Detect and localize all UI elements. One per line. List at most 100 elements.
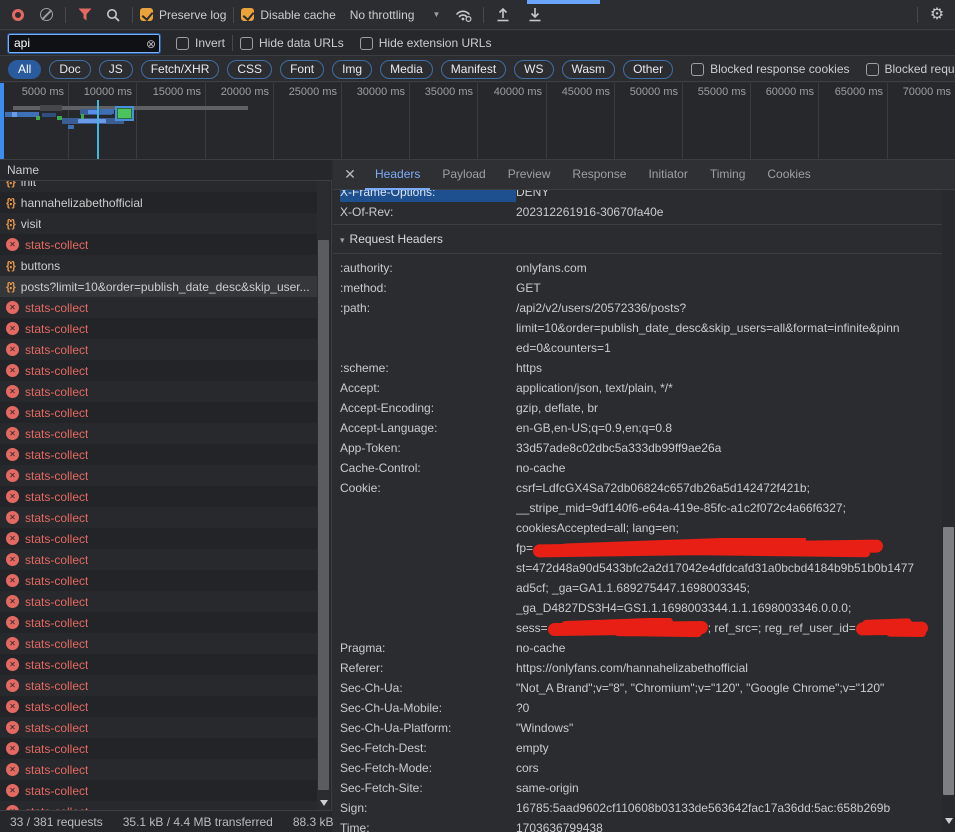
header-value-text: 33d57ade8c02dbc5a333db99ff9ae26a bbox=[516, 441, 721, 455]
request-list-panel: Name {∶}init{∶}hannahelizabethofficial{∶… bbox=[0, 160, 332, 832]
type-filter-manifest[interactable]: Manifest bbox=[441, 60, 506, 79]
request-row[interactable]: ✕stats-collect bbox=[0, 633, 319, 654]
type-filter-doc[interactable]: Doc bbox=[49, 60, 90, 79]
type-filter-all[interactable]: All bbox=[8, 60, 41, 79]
tab-initiator[interactable]: Initiator bbox=[638, 160, 697, 190]
timeline-tick-label: 40000 ms bbox=[494, 86, 546, 98]
scrollbar-thumb[interactable] bbox=[943, 527, 954, 795]
request-row[interactable]: ✕stats-collect bbox=[0, 570, 319, 591]
timeline-gridline bbox=[341, 83, 342, 159]
filter-input[interactable]: api ⊗ bbox=[8, 34, 160, 53]
type-filter-js[interactable]: JS bbox=[99, 60, 133, 79]
funnel-icon bbox=[78, 8, 92, 21]
request-row[interactable]: ✕stats-collect bbox=[0, 801, 319, 810]
request-row[interactable]: ✕stats-collect bbox=[0, 297, 319, 318]
name-column-header[interactable]: Name bbox=[0, 160, 332, 181]
request-row[interactable]: ✕stats-collect bbox=[0, 444, 319, 465]
type-filter-wasm[interactable]: Wasm bbox=[562, 60, 616, 79]
network-toolbar: Preserve log Disable cache No throttling… bbox=[0, 0, 955, 30]
tab-preview[interactable]: Preview bbox=[498, 160, 561, 190]
request-row[interactable]: {∶}init bbox=[0, 181, 319, 192]
clear-filter-icon[interactable]: ⊗ bbox=[146, 37, 156, 51]
divider bbox=[233, 7, 234, 23]
request-row[interactable]: {∶}buttons bbox=[0, 255, 319, 276]
request-row[interactable]: ✕stats-collect bbox=[0, 381, 319, 402]
import-har-button[interactable] bbox=[491, 3, 515, 27]
export-har-button[interactable] bbox=[523, 3, 547, 27]
type-filter-img[interactable]: Img bbox=[332, 60, 372, 79]
request-row[interactable]: ✕stats-collect bbox=[0, 591, 319, 612]
request-row[interactable]: ✕stats-collect bbox=[0, 402, 319, 423]
throttling-dropdown[interactable]: No throttling ▼ bbox=[350, 8, 441, 22]
request-name: stats-collect bbox=[25, 679, 88, 693]
divider bbox=[917, 7, 918, 23]
request-row[interactable]: ✕stats-collect bbox=[0, 549, 319, 570]
settings-button[interactable]: ⚙ bbox=[925, 3, 949, 27]
filter-toggle-button[interactable] bbox=[73, 3, 97, 27]
request-row[interactable]: ✕stats-collect bbox=[0, 423, 319, 444]
record-button[interactable] bbox=[6, 3, 30, 27]
type-filter-font[interactable]: Font bbox=[280, 60, 324, 79]
blocked-response-cookies-checkbox[interactable]: Blocked response cookies bbox=[691, 62, 849, 76]
type-filter-other[interactable]: Other bbox=[623, 60, 673, 79]
tab-response[interactable]: Response bbox=[562, 160, 636, 190]
tab-cookies[interactable]: Cookies bbox=[757, 160, 820, 190]
scrollbar-thumb[interactable] bbox=[318, 240, 329, 790]
search-button[interactable] bbox=[101, 3, 125, 27]
timeline-gridline bbox=[477, 83, 478, 159]
request-row[interactable]: ✕stats-collect bbox=[0, 717, 319, 738]
request-row[interactable]: ✕stats-collect bbox=[0, 318, 319, 339]
header-value: 1703636799438 bbox=[516, 818, 943, 832]
request-name: stats-collect bbox=[25, 574, 88, 588]
tab-payload[interactable]: Payload bbox=[432, 160, 495, 190]
request-row[interactable]: ✕stats-collect bbox=[0, 507, 319, 528]
request-row[interactable]: ✕stats-collect bbox=[0, 654, 319, 675]
request-name: stats-collect bbox=[25, 616, 88, 630]
request-name: stats-collect bbox=[25, 763, 88, 777]
tab-timing[interactable]: Timing bbox=[700, 160, 756, 190]
request-row[interactable]: ✕ stats-collect bbox=[0, 759, 319, 780]
timeline-gridline bbox=[546, 83, 547, 159]
request-headers-section-header[interactable]: ▾Request Headers bbox=[333, 224, 943, 254]
hide-extension-urls-checkbox[interactable]: Hide extension URLs bbox=[360, 36, 492, 50]
request-row[interactable]: {∶}hannahelizabethofficial bbox=[0, 192, 319, 213]
request-row[interactable]: ✕stats-collect bbox=[0, 528, 319, 549]
timeline-tick-label: 20000 ms bbox=[221, 86, 273, 98]
type-filter-ws[interactable]: WS bbox=[514, 60, 553, 79]
disable-cache-checkbox[interactable]: Disable cache bbox=[241, 8, 335, 22]
header-name: Sec-Ch-Ua-Platform: bbox=[340, 718, 516, 738]
error-icon: ✕ bbox=[6, 763, 19, 776]
details-scrollbar[interactable] bbox=[942, 160, 955, 832]
invert-checkbox[interactable]: Invert bbox=[176, 36, 225, 50]
tab-headers[interactable]: Headers bbox=[365, 160, 430, 190]
clear-button[interactable] bbox=[34, 3, 58, 27]
request-row[interactable]: ✕stats-collect bbox=[0, 696, 319, 717]
network-conditions-button[interactable] bbox=[452, 3, 476, 27]
scroll-down-arrow-icon[interactable] bbox=[945, 818, 953, 824]
request-row[interactable]: ✕stats-collect bbox=[0, 465, 319, 486]
request-row[interactable]: ✕stats-collect bbox=[0, 234, 319, 255]
request-name: stats-collect bbox=[25, 784, 88, 798]
request-row[interactable]: ✕stats-collect bbox=[0, 780, 319, 801]
preserve-log-checkbox[interactable]: Preserve log bbox=[140, 8, 226, 22]
type-filter-css[interactable]: CSS bbox=[227, 60, 272, 79]
blocked-requests-checkbox[interactable]: Blocked requests bbox=[866, 62, 955, 76]
request-row[interactable]: ✕stats-collect bbox=[0, 738, 319, 759]
type-filter-fetch-xhr[interactable]: Fetch/XHR bbox=[141, 60, 220, 79]
request-row[interactable]: {∶}visit bbox=[0, 213, 319, 234]
request-row[interactable]: ✕stats-collect bbox=[0, 612, 319, 633]
request-row[interactable]: ✕stats-collect bbox=[0, 360, 319, 381]
request-row[interactable]: ✕stats-collect bbox=[0, 486, 319, 507]
scroll-down-arrow-icon[interactable] bbox=[320, 800, 328, 806]
header-value-line: cookiesAccepted=all; lang=en; bbox=[516, 518, 943, 538]
request-row[interactable]: {∶}posts?limit=10&order=publish_date_des… bbox=[0, 276, 319, 297]
request-row[interactable]: ✕stats-collect bbox=[0, 675, 319, 696]
hide-data-urls-checkbox[interactable]: Hide data URLs bbox=[240, 36, 344, 50]
network-overview-timeline[interactable]: 5000 ms10000 ms15000 ms20000 ms25000 ms3… bbox=[0, 83, 955, 160]
request-list-scrollbar[interactable] bbox=[317, 160, 330, 810]
type-filter-media[interactable]: Media bbox=[380, 60, 433, 79]
close-details-button[interactable]: ✕ bbox=[337, 166, 363, 183]
header-value-line: ?0 bbox=[516, 698, 943, 718]
overview-selection-handle[interactable] bbox=[0, 83, 4, 160]
request-row[interactable]: ✕stats-collect bbox=[0, 339, 319, 360]
